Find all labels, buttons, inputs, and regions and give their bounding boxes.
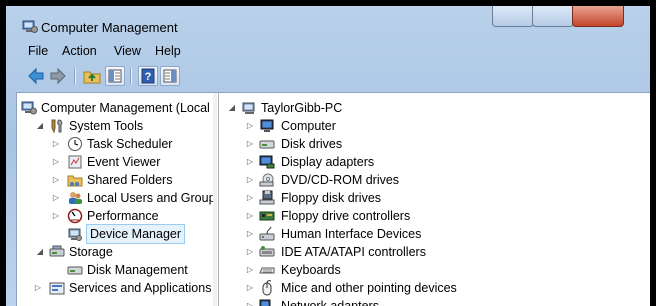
show-hide-tree-icon[interactable]: [105, 66, 125, 86]
toolbar-separator: [74, 67, 76, 85]
expand-arrow-icon[interactable]: ▷: [245, 279, 255, 297]
tree-label: System Tools: [69, 119, 144, 133]
event-viewer-icon: [67, 154, 83, 170]
shared-folder-icon: [67, 172, 83, 188]
device-category-label: Floppy drive controllers: [281, 209, 411, 223]
tree-label: Event Viewer: [87, 155, 161, 169]
expand-arrow-icon[interactable]: ▷: [245, 243, 255, 261]
network-adapter-icon: [259, 298, 275, 306]
ide-controller-icon: [259, 244, 275, 260]
device-category-label: Network adapters: [281, 299, 379, 306]
computer-management-icon: [21, 100, 37, 116]
device-category-label: Display adapters: [281, 155, 375, 169]
menu-file[interactable]: File: [28, 44, 48, 58]
computer-icon: [241, 100, 257, 116]
toolbar-separator: [130, 67, 132, 85]
content-area: Computer Management (Local ◢ System Tool…: [16, 92, 650, 306]
back-icon[interactable]: [26, 66, 46, 86]
device-category-label: Disk drives: [281, 137, 343, 151]
computer-icon: [259, 118, 275, 134]
menu-action[interactable]: Action: [62, 44, 97, 58]
tree-label: Local Users and Groups: [87, 191, 214, 205]
tree-label: Task Scheduler: [87, 137, 173, 151]
expand-arrow-icon[interactable]: ▷: [245, 171, 255, 189]
services-icon: [49, 280, 65, 296]
users-icon: [67, 190, 83, 206]
expand-arrow-icon[interactable]: ▷: [33, 279, 43, 297]
collapse-arrow-icon[interactable]: ◢: [35, 243, 45, 261]
toolbar: ?: [22, 64, 650, 88]
console-tree: Computer Management (Local ◢ System Tool…: [17, 93, 214, 306]
tree-label: Performance: [87, 209, 159, 223]
dvd-drive-icon: [259, 172, 275, 188]
performance-icon: [67, 208, 83, 224]
expand-arrow-icon[interactable]: ▷: [245, 153, 255, 171]
floppy-drive-icon: [259, 190, 275, 206]
display-adapter-icon: [259, 154, 275, 170]
tree-label: Disk Management: [87, 263, 188, 277]
expand-arrow-icon[interactable]: ▷: [245, 297, 255, 306]
device-category-label: Floppy disk drives: [281, 191, 382, 205]
title-bar[interactable]: Computer Management: [6, 6, 650, 40]
svg-text:?: ?: [145, 71, 152, 83]
expand-arrow-icon[interactable]: ▷: [245, 135, 255, 153]
expand-arrow-icon[interactable]: ▷: [51, 153, 61, 171]
expand-arrow-icon[interactable]: ▷: [245, 261, 255, 279]
expand-arrow-icon[interactable]: ▷: [51, 135, 61, 153]
help-icon[interactable]: ?: [138, 66, 158, 86]
maximize-button[interactable]: [532, 6, 574, 27]
forward-icon[interactable]: [48, 66, 68, 86]
tree-label: Computer Management (Local: [41, 101, 210, 115]
expand-arrow-icon[interactable]: ▷: [245, 225, 255, 243]
storage-icon: [49, 244, 65, 260]
expand-arrow-icon[interactable]: ▷: [245, 207, 255, 225]
hid-icon: [259, 226, 275, 242]
menu-bar: File Action View Help: [22, 42, 650, 64]
computer-management-icon: [22, 20, 38, 34]
collapse-arrow-icon[interactable]: ◢: [35, 117, 45, 135]
expand-arrow-icon[interactable]: ▷: [51, 171, 61, 189]
window-title: Computer Management: [41, 20, 178, 35]
computer-name: TaylorGibb-PC: [261, 101, 343, 115]
pane-splitter[interactable]: [213, 93, 217, 306]
tree-label: Shared Folders: [87, 173, 173, 187]
disk-management-icon: [67, 262, 83, 278]
expand-arrow-icon[interactable]: ▷: [245, 117, 255, 135]
collapse-arrow-icon[interactable]: ◢: [227, 99, 237, 117]
menu-view[interactable]: View: [114, 44, 141, 58]
up-folder-icon[interactable]: [82, 66, 102, 86]
device-category-label: Computer: [281, 119, 336, 133]
floppy-controller-icon: [259, 208, 275, 224]
menu-help[interactable]: Help: [155, 44, 181, 58]
show-hide-action-pane-icon[interactable]: [160, 66, 180, 86]
tree-label: Device Manager: [85, 224, 186, 244]
keyboard-icon: [259, 262, 275, 278]
minimize-button[interactable]: [492, 6, 534, 27]
device-category-label: DVD/CD-ROM drives: [281, 173, 400, 187]
expand-arrow-icon[interactable]: ▷: [51, 207, 61, 225]
expand-arrow-icon[interactable]: ▷: [245, 189, 255, 207]
device-category-label: Human Interface Devices: [281, 227, 422, 241]
computer-management-window: Computer Management File Action View Hel…: [6, 6, 650, 306]
tools-icon: [49, 118, 65, 134]
clock-icon: [67, 136, 83, 152]
device-category-label: IDE ATA/ATAPI controllers: [281, 245, 426, 259]
tree-label: Services and Applications: [69, 281, 212, 295]
device-category-label: Keyboards: [281, 263, 341, 277]
mouse-icon: [259, 280, 275, 296]
device-category-label: Mice and other pointing devices: [281, 281, 457, 295]
expand-arrow-icon[interactable]: ▷: [51, 189, 61, 207]
disk-drive-icon: [259, 136, 275, 152]
close-button[interactable]: [572, 6, 624, 27]
tree-label: Storage: [69, 245, 113, 259]
device-list: ◢ TaylorGibb-PC ▷ Computer ▷ Disk drives: [218, 93, 650, 306]
device-manager-icon: [67, 226, 83, 242]
